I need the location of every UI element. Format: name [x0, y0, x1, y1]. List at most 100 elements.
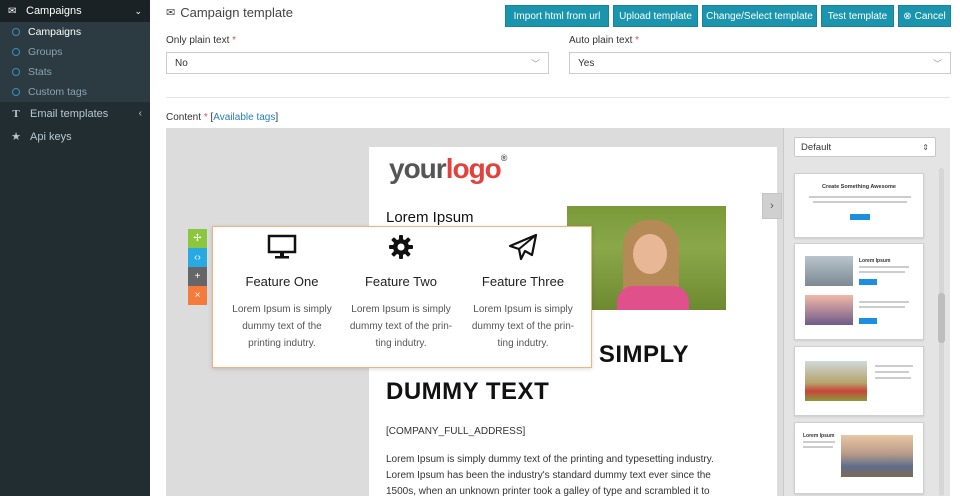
sidebar-item-groups[interactable]: Groups — [0, 42, 150, 62]
feature-title: Feature Three — [481, 274, 565, 289]
block-thumbnail[interactable] — [794, 346, 924, 416]
text-icon: T — [12, 107, 20, 120]
photo-shirt — [617, 286, 689, 310]
auto-plain-text-label: Auto plain text * — [569, 35, 639, 46]
star-icon: ★ — [11, 131, 21, 143]
code-block-button[interactable]: ‹› — [188, 248, 207, 267]
feature-description: Lorem Ipsum is simply dummy text of the … — [346, 301, 456, 352]
block-thumbnail[interactable]: Lorem Ipsum — [794, 243, 924, 340]
thumbnail-text-line — [803, 446, 833, 448]
thumbnail-text-line — [875, 365, 913, 367]
paper-plane-icon — [468, 232, 578, 262]
block-category-value: Default — [801, 141, 832, 153]
import-html-button[interactable]: Import html from url — [505, 5, 609, 27]
thumbnail-image — [805, 361, 867, 401]
big-heading-line-2: DUMMY TEXT — [386, 378, 550, 405]
sidebar-item-campaigns[interactable]: Campaigns — [0, 22, 150, 42]
feature-description: Lorem Ipsum is simply dummy text of the … — [227, 301, 337, 352]
sidebar-item-label: Stats — [28, 66, 52, 78]
thumbnail-image — [841, 435, 913, 477]
remove-block-button[interactable]: × — [188, 286, 207, 305]
auto-plain-text-select[interactable]: Yes ﹀ — [569, 52, 951, 74]
sidebar-item-stats[interactable]: Stats — [0, 62, 150, 82]
content-label: Content * [Available tags] — [166, 112, 279, 123]
body-paragraph[interactable]: Lorem Ipsum is simply dummy text of the … — [386, 452, 731, 496]
feature-three: Feature Three Lorem Ipsum is simply dumm… — [468, 227, 578, 352]
cancel-label: Cancel — [914, 10, 946, 22]
add-block-button[interactable]: + — [188, 267, 207, 286]
chevron-down-icon: ﹀ — [932, 58, 942, 69]
feature-title: Feature Two — [364, 274, 438, 289]
thumbnail-button — [859, 279, 877, 285]
sidebar-item-custom-tags[interactable]: Custom tags — [0, 82, 150, 102]
feature-two: Feature Two Lorem Ipsum is simply dummy … — [346, 227, 456, 352]
feature-description-line: dummy text of the prin- — [349, 321, 453, 332]
feature-description: Lorem Ipsum is simply dummy text of the … — [468, 301, 578, 352]
feature-description-line: Lorem Ipsum is simply — [473, 304, 573, 315]
lorem-heading[interactable]: Lorem Ipsum — [386, 209, 474, 226]
envelope-icon: ✉ — [8, 5, 17, 17]
block-thumbnail[interactable]: Create Something Awesome — [794, 173, 924, 238]
sidebar-item-label: Email templates — [30, 107, 109, 120]
sidebar-campaigns-header[interactable]: ✉ Campaigns ⌄ — [0, 0, 150, 22]
photo-face — [633, 234, 667, 274]
sidebar-item-label: Api keys — [30, 130, 72, 143]
auto-plain-text-label-text: Auto plain text — [569, 35, 633, 46]
logo-logo-text: logo — [445, 153, 502, 184]
chevron-left-icon: ‹ — [138, 108, 142, 119]
thumbnail-title: Create Something Awesome — [822, 184, 896, 190]
company-address[interactable]: [COMPANY_FULL_ADDRESS] — [386, 426, 525, 437]
panel-scrollbar-thumb[interactable] — [938, 293, 945, 343]
thumbnail-text-line — [809, 196, 911, 198]
sidebar-item-label: Campaigns — [28, 26, 82, 38]
thumbnail-button — [850, 214, 870, 220]
plain-text-label-text: Only plain text — [166, 35, 230, 46]
sidebar-item-api-keys[interactable]: ★ Api keys — [0, 125, 150, 148]
circle-icon — [12, 68, 20, 76]
sidebar-item-email-templates[interactable]: T Email templates ‹ — [0, 102, 150, 125]
plain-text-select[interactable]: No ﹀ — [166, 52, 549, 74]
panel-toggle-button[interactable]: › — [762, 193, 782, 219]
cancel-icon: ⊗ — [903, 10, 912, 22]
sidebar-header-label: Campaigns — [26, 5, 82, 17]
sidebar: ✉ Campaigns ⌄ Campaigns Groups Stats Cus… — [0, 0, 150, 496]
thumbnail-text-line — [875, 371, 909, 373]
feature-description-line: Lorem Ipsum is simply — [232, 304, 332, 315]
feature-description-line: dummy text of the prin- — [471, 321, 575, 332]
test-template-button[interactable]: Test template — [821, 5, 894, 27]
logo-your-text: your — [389, 153, 447, 184]
required-mark: * — [635, 35, 640, 46]
thumbnail-title: Lorem Ipsum — [803, 433, 835, 439]
change-template-button[interactable]: Change/Select template — [702, 5, 817, 27]
cancel-button[interactable]: ⊗ Cancel — [898, 5, 951, 27]
plain-text-label: Only plain text * — [166, 35, 236, 46]
thumbnail-text-line — [859, 306, 905, 308]
move-block-button[interactable]: ✢ — [188, 229, 207, 248]
feature-one: Feature One Lorem Ipsum is simply dummy … — [227, 227, 337, 352]
block-thumbnail[interactable]: Lorem Ipsum — [794, 422, 924, 494]
page-title-text: Campaign template — [180, 5, 293, 20]
feature-description-line: ting indutry. — [497, 338, 549, 349]
chevron-down-icon: ⌄ — [134, 5, 142, 16]
thumbnail-button — [859, 318, 877, 324]
feature-description-line: printing indutry. — [248, 338, 316, 349]
available-tags-link[interactable]: Available tags — [213, 112, 275, 123]
thumbnail-image — [805, 295, 853, 325]
feature-description-line: ting indutry. — [375, 338, 427, 349]
upload-template-button[interactable]: Upload template — [613, 5, 698, 27]
circle-icon — [12, 48, 20, 56]
thumbnail-text-line — [859, 271, 905, 273]
thumbnail-title: Lorem Ipsum — [859, 258, 891, 264]
chevron-right-icon: › — [770, 200, 774, 212]
features-block[interactable]: Feature One Lorem Ipsum is simply dummy … — [212, 226, 592, 368]
logo-registered-mark: ® — [500, 153, 508, 163]
monitor-icon — [227, 232, 337, 262]
divider — [166, 97, 950, 98]
block-category-select[interactable]: Default ⇕ — [794, 137, 936, 157]
chevron-down-icon: ﹀ — [530, 58, 540, 69]
thumbnail-text-line — [803, 441, 835, 443]
circle-icon — [12, 28, 20, 36]
required-mark: * — [232, 35, 237, 46]
feature-description-line: Lorem Ipsum is simply — [351, 304, 451, 315]
thumbnail-text-line — [875, 377, 911, 379]
